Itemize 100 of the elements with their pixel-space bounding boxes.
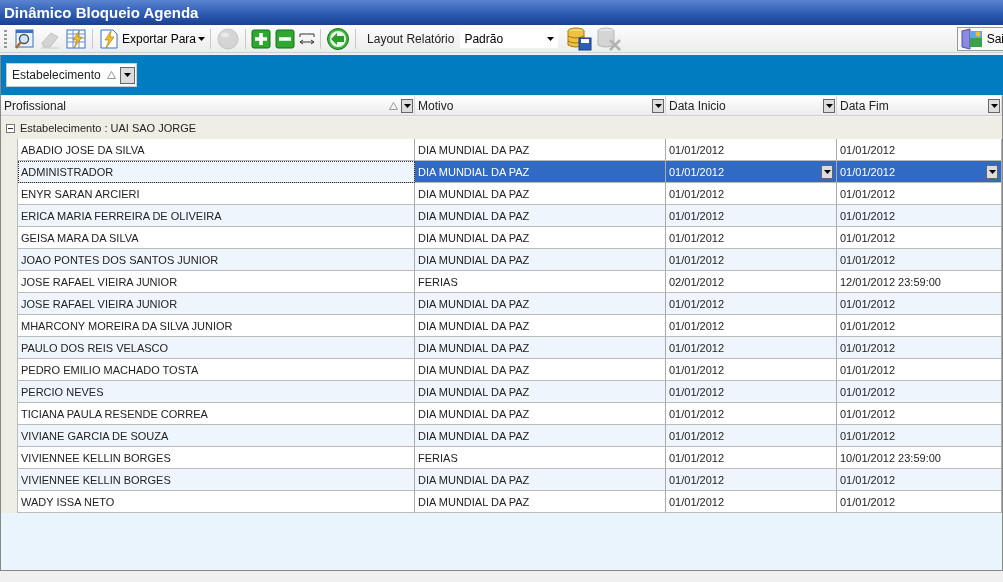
dropdown-arrow-button[interactable] [119,66,135,84]
dropdown-arrow-button[interactable] [986,164,998,179]
group-row-label: Estabelecimento : UAI SAO JORGE [20,122,197,134]
caret-icon [547,36,555,41]
cell-text: 01/01/2012 [669,429,725,442]
cell-text: DIA MUNDIAL DA PAZ [418,253,530,266]
cell-text: DIA MUNDIAL DA PAZ [418,363,530,376]
cell-text: DIA MUNDIAL DA PAZ [418,385,530,398]
cell-text: DIA MUNDIAL DA PAZ [418,297,530,310]
cell-text: DIA MUNDIAL DA PAZ [418,209,530,222]
filter-arrow-button[interactable] [823,98,835,113]
cell-text: 02/01/2012 [669,275,725,288]
database-save-icon[interactable] [564,25,595,52]
cell-text: TICIANA PAULA RESENDE CORREA [21,407,208,420]
cell-text: VIVIANE GARCIA DE SOUZA [21,429,169,442]
caret-icon [823,169,831,174]
cell-text: 01/01/2012 [840,319,896,332]
cell-text: JOAO PONTES DOS SANTOS JUNIOR [21,253,219,266]
cell-text: 01/01/2012 [669,297,725,310]
group-by-label: Estabelecimento [12,68,101,82]
cell-text: FERIAS [418,275,458,288]
cell-text: 01/01/2012 [669,319,725,332]
cell-text: 01/01/2012 [840,407,896,420]
cell-text: 01/01/2012 [840,363,896,376]
cell-text: 01/01/2012 [669,341,725,354]
export-menu-button[interactable]: Exportar Para [96,27,208,50]
cell-text: 01/01/2012 [669,143,725,156]
cell-text: DIA MUNDIAL DA PAZ [418,143,530,156]
cell-text: ENYR SARAN ARCIERI [21,187,140,200]
cell-text: JOSE RAFAEL VIEIRA JUNIOR [21,297,178,310]
caret-icon [123,73,131,77]
cell-text: 01/01/2012 [669,495,725,508]
filter-arrow-button[interactable] [988,98,1000,113]
cell-text: PERCIO NEVES [21,385,104,398]
cell-text: DIA MUNDIAL DA PAZ [418,341,530,354]
cell-text: 01/01/2012 [669,385,725,398]
column-header[interactable]: Data Inicio [666,96,837,116]
layout-label: Layout Relatório [367,31,455,46]
cell-text: ADMINISTRADOR [21,165,114,178]
cell-text: 01/01/2012 [840,165,896,178]
cell-text: 12/01/2012 23:59:00 [840,275,941,288]
caret-icon [990,103,998,108]
column-header[interactable]: Data Fim [837,96,1002,116]
cell-text: 01/01/2012 [840,341,896,354]
exit-button[interactable]: Sai [956,26,1003,51]
cell-text: 01/01/2012 [669,209,725,222]
cell-text: 01/01/2012 [840,253,896,266]
cell-text: 01/01/2012 [669,187,725,200]
cell-text: ABADIO JOSE DA SILVA [21,143,145,156]
caret-icon [654,103,662,108]
cell-text: VIVIENNEE KELLIN BORGES [21,473,171,486]
row-indicator[interactable] [1,491,18,513]
cell-text: WADY ISSA NETO [21,495,115,508]
cell-text: GEISA MARA DA SILVA [21,231,139,244]
window-title: Dinâmico Bloqueio Agenda [4,4,199,21]
cell-text: 01/01/2012 [840,231,896,244]
layout-dropdown[interactable]: Padrão [460,29,559,48]
cell-text: 01/01/2012 [840,473,896,486]
cell-text: 01/01/2012 [840,297,896,310]
cell-text: FERIAS [418,451,458,464]
cell-text: 01/01/2012 [669,231,725,244]
cell-text: 01/01/2012 [840,209,896,222]
cell-text: DIA MUNDIAL DA PAZ [418,165,530,178]
cell-text: MHARCONY MOREIRA DA SILVA JUNIOR [21,319,233,332]
cell-text: 01/01/2012 [840,143,896,156]
cell-text: JOSE RAFAEL VIEIRA JUNIOR [21,275,178,288]
column-header[interactable]: Profissional [1,96,415,116]
cell-text: 01/01/2012 [840,429,896,442]
cell-text: 01/01/2012 [669,253,725,266]
column-header[interactable]: Motivo [415,96,666,116]
cell-text: 01/01/2012 [840,187,896,200]
cell-text: 01/01/2012 [669,363,725,376]
collapse-toggle-icon[interactable] [6,123,15,133]
cell-text: 01/01/2012 [840,495,896,508]
cell-text: 01/01/2012 [669,407,725,420]
cell-text: 10/01/2012 23:59:00 [840,451,941,464]
cell-text: VIVIENNEE KELLIN BORGES [21,451,171,464]
cell-text: DIA MUNDIAL DA PAZ [418,495,530,508]
caret-icon [988,169,996,174]
filter-arrow-button[interactable] [652,98,664,113]
cell-text: ERICA MARIA FERREIRA DE OLIVEIRA [21,209,222,222]
filter-arrow-button[interactable] [401,98,413,113]
cell-text: PAULO DOS REIS VELASCO [21,341,169,354]
cell-text: 01/01/2012 [840,385,896,398]
caret-icon [825,103,833,108]
dropdown-arrow-button[interactable] [821,164,833,179]
caret-icon [403,103,411,108]
cell-text: DIA MUNDIAL DA PAZ [418,429,530,442]
cell-text: 01/01/2012 [669,451,725,464]
cell-text: 01/01/2012 [669,165,725,178]
lightning-document-icon [98,27,120,50]
group-by-chip[interactable]: Estabelecimento [6,63,137,87]
cell-text: DIA MUNDIAL DA PAZ [418,187,530,200]
caret-icon [198,36,206,41]
cell-text: DIA MUNDIAL DA PAZ [418,473,530,486]
cell-text: PEDRO EMILIO MACHADO TOSTA [21,363,199,376]
cell-text: DIA MUNDIAL DA PAZ [418,407,530,420]
cell-text: 01/01/2012 [669,473,725,486]
cell-text: DIA MUNDIAL DA PAZ [418,319,530,332]
cell-text: DIA MUNDIAL DA PAZ [418,231,530,244]
